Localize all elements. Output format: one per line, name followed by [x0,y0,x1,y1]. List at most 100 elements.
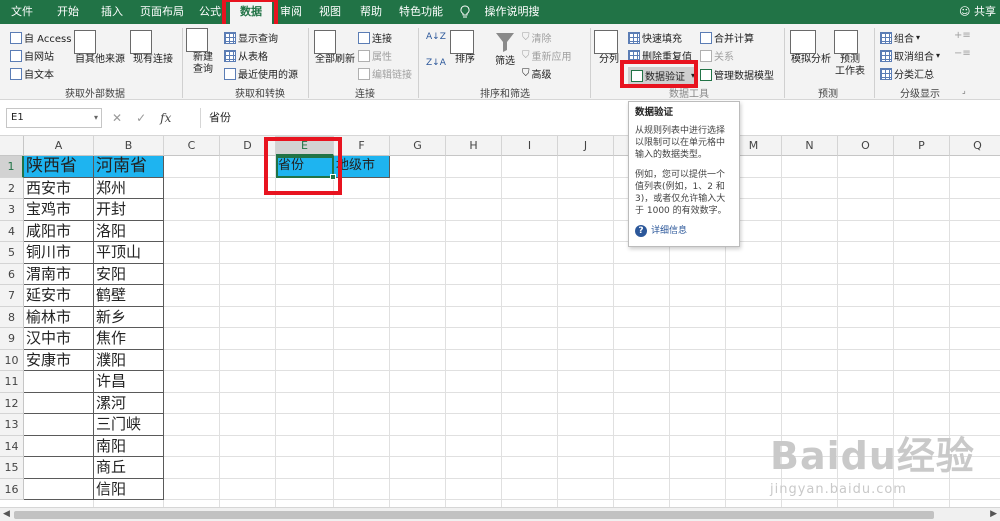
cell-i11[interactable] [502,371,558,393]
column-header-n[interactable]: N [782,136,838,156]
cell-b11[interactable]: 许昌 [94,371,164,393]
cell-q3[interactable] [950,199,1000,221]
cell-c10[interactable] [164,349,220,371]
cell-d9[interactable] [220,328,276,350]
cell-c16[interactable] [164,478,220,500]
cell-f16[interactable] [334,478,390,500]
scroll-left-icon[interactable]: ◀ [3,509,10,519]
cell-b7[interactable]: 鹤壁 [94,285,164,307]
cell-p8[interactable] [894,306,950,328]
formula-input[interactable]: 省份 [200,108,1000,128]
cell-k12[interactable] [614,392,670,414]
cell-b1[interactable]: 河南省 [94,156,164,178]
cell-h12[interactable] [446,392,502,414]
cell-g14[interactable] [390,435,446,457]
cell-j4[interactable] [558,220,614,242]
cell-o5[interactable] [838,242,894,264]
row-header-10[interactable]: 10 [0,349,24,371]
cell-h4[interactable] [446,220,502,242]
share-button[interactable]: ☺ 共享 [959,0,1000,24]
cell-m8[interactable] [726,306,782,328]
row-header-11[interactable]: 11 [0,371,24,393]
cell-d10[interactable] [220,349,276,371]
column-header-c[interactable]: C [164,136,220,156]
column-header-f[interactable]: F [334,136,390,156]
cell-h3[interactable] [446,199,502,221]
fill-handle[interactable] [330,173,336,180]
cell-c5[interactable] [164,242,220,264]
cell-n17[interactable] [782,500,838,507]
cell-n6[interactable] [782,263,838,285]
cell-q12[interactable] [950,393,1000,414]
cell-e15[interactable] [276,457,334,479]
hide-detail-button[interactable]: −≡ [954,48,971,59]
column-header-p[interactable]: P [894,136,950,156]
cell-f10[interactable] [334,349,390,371]
cell-q6[interactable] [950,264,1000,285]
row-header-6[interactable]: 6 [0,263,24,285]
cell-p2[interactable] [894,177,950,199]
cell-e13[interactable] [276,414,334,436]
cell-i4[interactable] [502,220,558,242]
cell-n5[interactable] [782,242,838,264]
cell-n10[interactable] [782,349,838,371]
cell-h7[interactable] [446,285,502,307]
cell-a1[interactable]: 陕西省 [24,156,94,178]
relationships-button[interactable]: 关系 [700,48,734,63]
cell-k15[interactable] [614,457,670,479]
cell-a16[interactable] [24,478,94,500]
cell-g17[interactable] [390,500,446,507]
cell-d1[interactable] [220,156,276,178]
tab-insert[interactable]: 插入 [92,0,132,24]
consolidate-button[interactable]: 合并计算 [700,30,754,45]
show-queries-button[interactable]: 显示查询 [224,30,278,45]
cell-c3[interactable] [164,199,220,221]
cell-c17[interactable] [164,500,220,507]
cell-e4[interactable] [276,220,334,242]
cell-i1[interactable] [502,156,558,178]
cell-j3[interactable] [558,199,614,221]
cell-p9[interactable] [894,328,950,350]
cell-o10[interactable] [838,349,894,371]
tell-me-search[interactable]: 操作说明搜索 [480,0,544,42]
data-validation-button[interactable]: 数据验证 ▾ [628,67,699,84]
cell-f1[interactable]: 地级市 [334,156,390,178]
cell-h5[interactable] [446,242,502,264]
cell-h13[interactable] [446,414,502,436]
cell-j17[interactable] [558,500,614,507]
cell-j10[interactable] [558,349,614,371]
cell-d5[interactable] [220,242,276,264]
cell-h8[interactable] [446,306,502,328]
cell-g16[interactable] [390,478,446,500]
cell-h15[interactable] [446,457,502,479]
cell-j6[interactable] [558,263,614,285]
cell-p7[interactable] [894,285,950,307]
refresh-all-button[interactable]: 全部刷新 [314,30,356,66]
cell-b12[interactable]: 漯河 [94,392,164,414]
column-header-e[interactable]: E [276,136,334,156]
cell-e11[interactable] [276,371,334,393]
cell-m11[interactable] [726,371,782,393]
cell-k8[interactable] [614,306,670,328]
cell-f11[interactable] [334,371,390,393]
cell-q17[interactable] [950,500,1000,507]
cell-j14[interactable] [558,435,614,457]
from-web-button[interactable]: 自网站 [10,48,54,63]
cell-i8[interactable] [502,306,558,328]
cell-i16[interactable] [502,478,558,500]
cell-p11[interactable] [894,371,950,393]
cell-g13[interactable] [390,414,446,436]
row-header-2[interactable]: 2 [0,177,24,199]
cell-c4[interactable] [164,220,220,242]
cell-f8[interactable] [334,306,390,328]
edit-links-button[interactable]: 编辑链接 [358,66,412,81]
column-header-i[interactable]: I [502,136,558,156]
cell-i3[interactable] [502,199,558,221]
cell-l14[interactable] [670,435,726,457]
cell-o9[interactable] [838,328,894,350]
group-button[interactable]: 组合 ▾ [880,30,920,45]
cell-h17[interactable] [446,500,502,507]
cell-o1[interactable] [838,156,894,178]
cell-f4[interactable] [334,220,390,242]
cell-n4[interactable] [782,220,838,242]
